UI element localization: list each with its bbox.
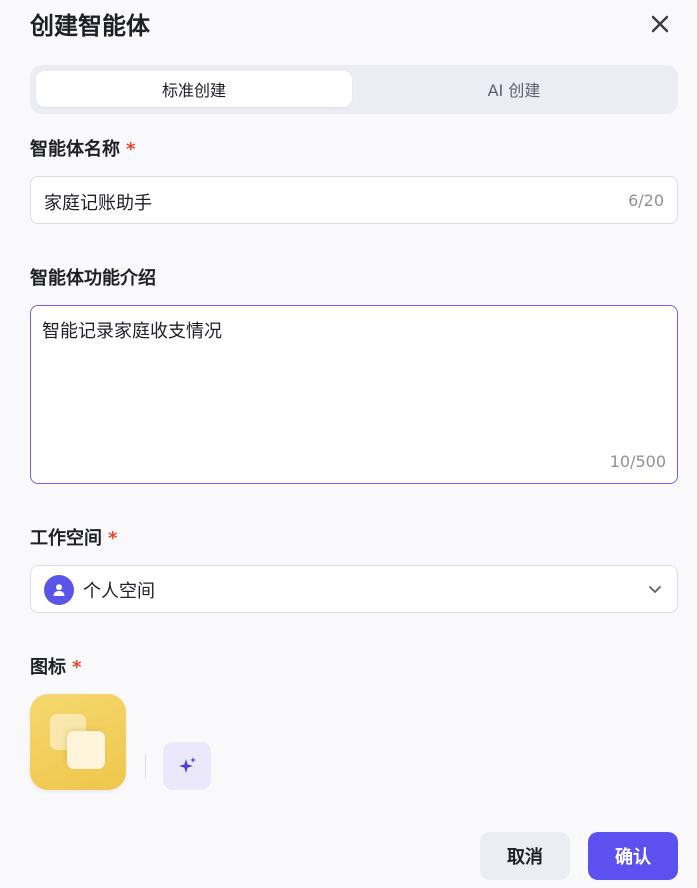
ai-generate-icon-button[interactable] <box>163 742 211 790</box>
required-mark: * <box>108 528 118 549</box>
user-icon <box>53 584 65 596</box>
required-mark: * <box>126 139 136 160</box>
close-button[interactable] <box>648 12 672 36</box>
workspace-value: 个人空间 <box>83 581 155 602</box>
agent-description-label: 智能体功能介绍 <box>30 264 156 290</box>
agent-description-char-count: 10/500 <box>609 452 666 471</box>
agent-name-char-count: 6/20 <box>628 191 664 210</box>
icon-label: 图标 * <box>30 653 81 679</box>
agent-description-textarea[interactable]: 智能记录家庭收支情况 10/500 <box>30 305 678 484</box>
tab-standard-create[interactable]: 标准创建 <box>36 71 352 107</box>
agent-name-label: 智能体名称 * <box>30 135 135 161</box>
agent-description-value: 智能记录家庭收支情况 <box>42 321 222 342</box>
agent-icon-tile[interactable] <box>30 694 126 790</box>
dialog-title: 创建智能体 <box>30 12 150 40</box>
workspace-select[interactable]: 个人空间 <box>30 565 678 613</box>
icon-divider <box>145 754 146 778</box>
sparkle-icon <box>179 757 196 773</box>
confirm-button[interactable]: 确认 <box>588 832 678 880</box>
agent-name-label-text: 智能体名称 <box>30 139 120 160</box>
workspace-label-text: 工作空间 <box>30 528 102 549</box>
required-mark: * <box>72 657 82 678</box>
agent-description-label-text: 智能体功能介绍 <box>30 268 156 289</box>
icon-front-square <box>67 731 105 769</box>
icon-label-text: 图标 <box>30 657 66 678</box>
close-icon <box>651 15 669 33</box>
chevron-down-icon <box>649 586 661 593</box>
creation-mode-tabs: 标准创建 AI 创建 <box>30 65 678 114</box>
workspace-avatar <box>44 575 74 605</box>
agent-name-input[interactable]: 家庭记账助手 6/20 <box>30 176 678 224</box>
agent-name-value: 家庭记账助手 <box>44 193 152 214</box>
tab-ai-create[interactable]: AI 创建 <box>356 71 672 107</box>
workspace-label: 工作空间 * <box>30 524 117 550</box>
cancel-button[interactable]: 取消 <box>480 832 570 880</box>
